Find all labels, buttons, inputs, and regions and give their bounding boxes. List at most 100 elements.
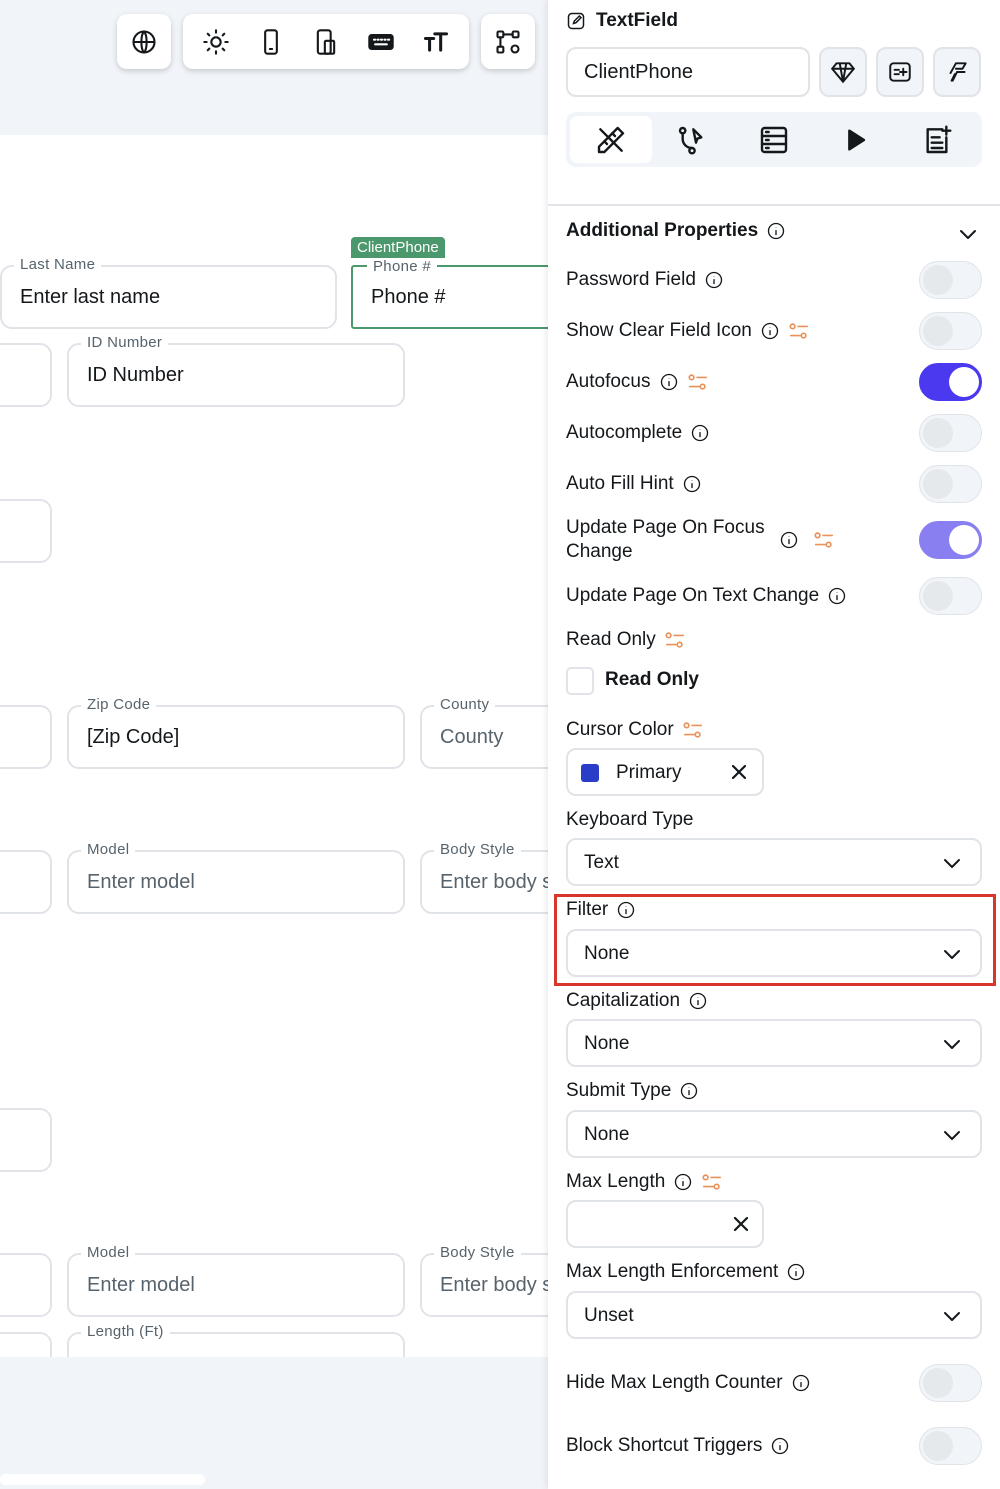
max-length-row: Max Length <box>566 1168 982 1196</box>
ruler-pencil-icon <box>597 126 624 153</box>
length-field[interactable]: Length (Ft) <box>67 1323 405 1357</box>
keyboard-type-dropdown[interactable]: Text <box>566 838 982 886</box>
show-clear-toggle[interactable] <box>919 312 982 350</box>
info-icon[interactable] <box>682 474 702 494</box>
county-field[interactable]: County County <box>420 696 548 769</box>
hide-counter-toggle[interactable] <box>919 1364 982 1402</box>
field-placeholder: ID Number <box>87 364 184 386</box>
max-length-input[interactable] <box>566 1200 764 1248</box>
model-field[interactable]: Model Enter model <box>67 841 405 914</box>
component-tree-icon[interactable] <box>488 22 528 62</box>
info-icon[interactable] <box>659 372 679 392</box>
scrollbar-thumb[interactable] <box>0 1474 205 1485</box>
partial-field[interactable] <box>0 1332 52 1357</box>
partial-field[interactable] <box>0 499 52 563</box>
text-size-icon[interactable] <box>416 22 456 62</box>
property-label: Password Field <box>566 269 696 290</box>
diamond-icon <box>831 62 855 83</box>
max-length-enforcement-dropdown[interactable]: Unset <box>566 1291 982 1339</box>
property-label: Keyboard Type <box>566 809 694 830</box>
section-header[interactable]: Additional Properties <box>566 220 786 242</box>
body-style-field-2[interactable]: Body Style Enter body s <box>420 1244 548 1317</box>
dropdown-value: Unset <box>584 1305 634 1326</box>
read-only-checkbox[interactable] <box>566 667 594 695</box>
properties-tab[interactable] <box>570 116 652 163</box>
variable-binding-icon[interactable] <box>664 630 686 650</box>
model-field-2[interactable]: Model Enter model <box>67 1244 405 1317</box>
add-component-button[interactable] <box>876 47 924 97</box>
submit-type-dropdown[interactable]: None <box>566 1110 982 1158</box>
phone-icon[interactable] <box>251 22 291 62</box>
info-icon[interactable] <box>791 1373 811 1393</box>
update-text-toggle[interactable] <box>919 577 982 615</box>
auto-fill-hint-toggle[interactable] <box>919 465 982 503</box>
info-icon[interactable] <box>673 1172 693 1192</box>
partial-field[interactable] <box>0 1108 52 1172</box>
info-icon[interactable] <box>770 1436 790 1456</box>
add-note-tab[interactable] <box>896 116 978 163</box>
password-field-toggle[interactable] <box>919 261 982 299</box>
color-swatch <box>581 764 599 782</box>
info-icon[interactable] <box>690 423 710 443</box>
last-name-field[interactable]: Last Name Enter last name <box>0 256 337 329</box>
autocomplete-toggle[interactable] <box>919 414 982 452</box>
info-icon[interactable] <box>688 991 708 1011</box>
capitalization-dropdown[interactable]: None <box>566 1019 982 1067</box>
field-label: ID Number <box>81 334 169 351</box>
info-icon[interactable] <box>786 1262 806 1282</box>
info-icon[interactable] <box>760 321 780 341</box>
widget-name-input[interactable]: ClientPhone <box>566 47 810 97</box>
info-icon[interactable] <box>679 1081 699 1101</box>
keyboard-icon[interactable] <box>361 22 401 62</box>
info-icon[interactable] <box>827 586 847 606</box>
chevron-down-icon[interactable] <box>956 222 980 251</box>
partial-field[interactable] <box>0 343 52 407</box>
zip-code-field[interactable]: Zip Code [Zip Code] <box>67 696 405 769</box>
field-placeholder: Enter last name <box>20 286 161 308</box>
id-number-field[interactable]: ID Number ID Number <box>67 334 405 407</box>
info-icon[interactable] <box>779 530 799 550</box>
globe-icon[interactable] <box>124 22 164 62</box>
autofocus-toggle[interactable] <box>919 363 982 401</box>
phone-field-selected[interactable]: Phone # Phone # <box>351 258 548 329</box>
actions-tab[interactable] <box>652 116 734 163</box>
property-label-line2: Change <box>566 541 633 562</box>
property-label: Read Only <box>566 629 656 650</box>
diamond-button[interactable] <box>819 47 867 97</box>
filter-highlight-box <box>554 894 996 986</box>
clear-icon[interactable] <box>729 762 749 782</box>
horizontal-scrollbar[interactable] <box>0 1470 548 1489</box>
variable-binding-icon[interactable] <box>687 372 709 392</box>
variable-binding-icon[interactable] <box>701 1172 723 1192</box>
property-label: Hide Max Length Counter <box>566 1372 783 1393</box>
tablet-icon[interactable] <box>306 22 346 62</box>
property-label-line1: Update Page On Focus <box>566 517 765 538</box>
partial-field[interactable] <box>0 705 52 769</box>
field-label: Phone # <box>367 258 437 275</box>
backend-query-tab[interactable] <box>733 116 815 163</box>
toolbar-group-preview <box>183 14 469 69</box>
flutterflow-button[interactable] <box>933 47 981 97</box>
partial-field[interactable] <box>0 850 52 914</box>
clear-icon[interactable] <box>731 1214 751 1234</box>
field-label: Last Name <box>14 256 102 273</box>
update-text-row: Update Page On Text Change <box>566 576 982 616</box>
update-focus-toggle[interactable] <box>919 521 982 559</box>
max-length-enforcement-row: Max Length Enforcement <box>566 1258 982 1286</box>
preview-tab[interactable] <box>815 116 897 163</box>
property-label: Max Length Enforcement <box>566 1261 779 1282</box>
variable-binding-icon[interactable] <box>813 530 835 550</box>
variable-binding-icon[interactable] <box>788 321 810 341</box>
cursor-color-picker[interactable]: Primary <box>566 748 764 796</box>
properties-panel: TextField ClientPhone Additional Propert… <box>548 0 1000 1489</box>
property-label: Show Clear Field Icon <box>566 320 752 341</box>
body-style-field[interactable]: Body Style Enter body s <box>420 841 548 914</box>
partial-field[interactable] <box>0 1253 52 1317</box>
info-icon[interactable] <box>766 221 786 241</box>
variable-binding-icon[interactable] <box>682 720 704 740</box>
field-placeholder: Enter model <box>87 871 195 893</box>
toolbar-group-language <box>117 14 171 69</box>
block-shortcuts-toggle[interactable] <box>919 1427 982 1465</box>
info-icon[interactable] <box>704 270 724 290</box>
sun-icon[interactable] <box>196 22 236 62</box>
